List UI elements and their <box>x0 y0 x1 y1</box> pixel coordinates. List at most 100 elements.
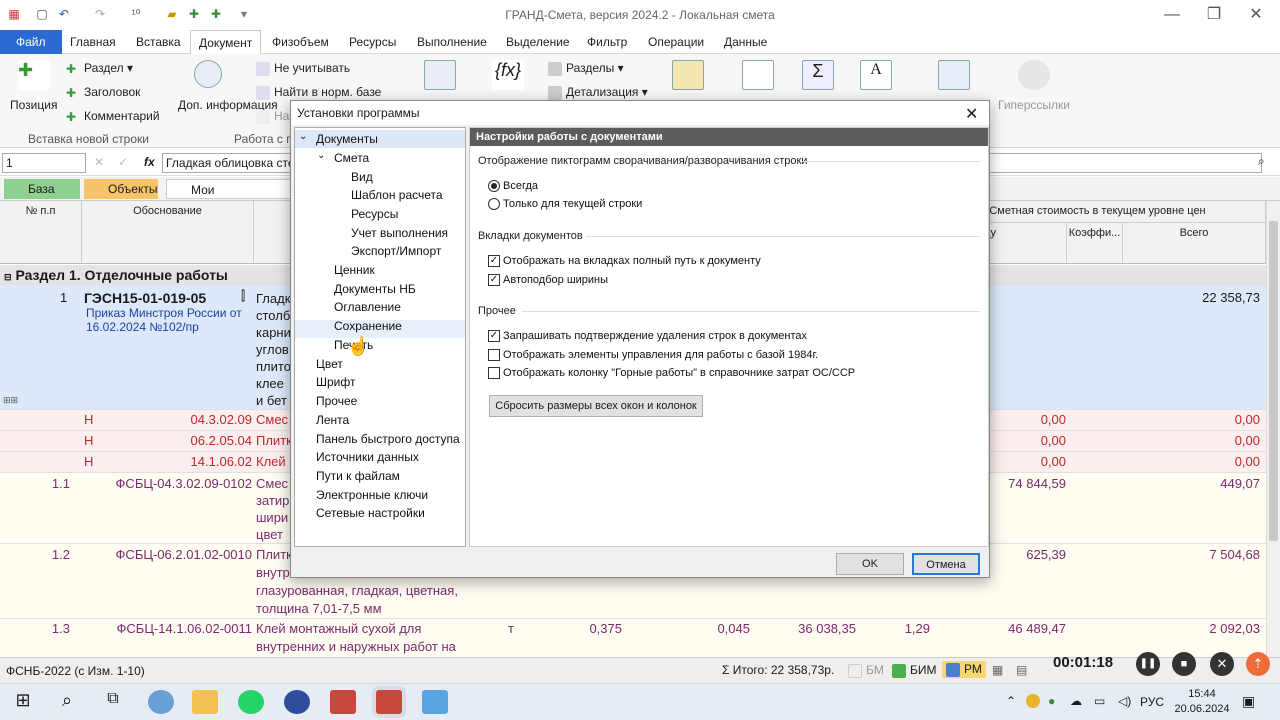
checkbox-1984[interactable]: Отображать элементы управления для работ… <box>488 349 818 362</box>
clock[interactable]: 15:44 20.06.2024 <box>1172 687 1232 717</box>
grand-smeta-active-icon[interactable] <box>376 690 402 714</box>
document-list-icon[interactable] <box>742 60 774 90</box>
attachment-icon[interactable]: ⫿ <box>241 288 245 304</box>
scrollbar-thumb[interactable] <box>1269 221 1278 541</box>
tray-chevron-icon[interactable]: ⌃ <box>1006 694 1016 708</box>
name-button[interactable]: Наз <box>256 109 295 124</box>
tree-item-view[interactable]: Вид <box>351 170 373 184</box>
tree-item-nb-docs[interactable]: Документы НБ <box>334 282 416 296</box>
checkbox-confirm-delete[interactable]: ✓ Запрашивать подтверждение удаления стро… <box>488 330 807 343</box>
paint-icon[interactable] <box>148 690 174 714</box>
tree-item-contents[interactable]: Оглавление <box>334 300 401 314</box>
desktop-app-icon[interactable] <box>422 690 448 714</box>
rm-indicator[interactable]: РМ <box>942 661 986 678</box>
radio-current-indicator[interactable] <box>488 198 500 211</box>
bim-indicator[interactable]: БИМ <box>892 663 937 678</box>
reset-sizes-button[interactable]: Сбросить размеры всех окон и колонок <box>489 395 703 417</box>
stop-icon[interactable]: ■ <box>1172 652 1196 676</box>
layout-icon[interactable]: ▤ <box>1016 663 1027 677</box>
col-header-coefficient[interactable]: Коэффи... <box>1067 223 1123 264</box>
tree-item-data-sources[interactable]: Источники данных <box>316 450 419 464</box>
cell-reference-field[interactable]: 1 <box>2 153 86 173</box>
tree-item-template[interactable]: Шаблон расчета <box>351 188 443 202</box>
close-icon[interactable]: ✕ <box>1244 4 1268 26</box>
hyperlinks-button[interactable]: Гиперссылки <box>998 98 1070 112</box>
vertical-scrollbar[interactable] <box>1266 201 1280 657</box>
row-order-link[interactable]: Приказ Минстроя России от 16.02.2024 №10… <box>86 306 246 334</box>
radio-always-indicator[interactable] <box>488 180 500 193</box>
checkbox-auto-width[interactable]: ✓ Автоподбор ширины <box>488 274 608 287</box>
tree-item-pricelist[interactable]: Ценник <box>334 263 375 277</box>
tree-item-color[interactable]: Цвет <box>316 357 343 371</box>
book-icon[interactable] <box>938 60 970 90</box>
tree-item-export[interactable]: Экспорт/Импорт <box>351 244 441 258</box>
tree-item-documents[interactable]: Документы <box>316 132 378 146</box>
checkbox-mining[interactable]: Отображать колонку "Горные работы" в спр… <box>488 367 855 380</box>
check-icon[interactable]: ✓ <box>488 255 500 268</box>
tree-item-network[interactable]: Сетевые настройки <box>316 506 425 520</box>
col-header-number[interactable]: № п.п <box>0 201 82 264</box>
pause-icon[interactable]: ❚❚ <box>1136 652 1160 676</box>
tree-item-smeta[interactable]: Смета <box>334 151 369 165</box>
explorer-icon[interactable] <box>192 690 218 714</box>
section-collapse-icon[interactable]: ⊟ <box>4 272 12 282</box>
tree-item-font[interactable]: Шрифт <box>316 375 355 389</box>
tab-base[interactable]: База <box>4 179 80 199</box>
tree-item-quick-access[interactable]: Панель быстрого доступа <box>316 432 460 446</box>
formula-icon[interactable]: {fx} <box>492 60 524 90</box>
tray-onedrive-icon[interactable]: ☁ <box>1070 694 1082 708</box>
fx-icon[interactable]: fx <box>144 155 155 169</box>
notifications-icon[interactable]: ▣ <box>1242 693 1255 710</box>
tray-security-icon[interactable]: ● <box>1048 694 1055 708</box>
text-icon[interactable]: A <box>860 60 892 90</box>
tab-objects[interactable]: Объекты <box>84 179 158 199</box>
tree-item-resources[interactable]: Ресурсы <box>351 207 398 221</box>
tree-item-saving[interactable]: Сохранение <box>334 319 402 333</box>
cancel-edit-icon[interactable]: ✕ <box>94 155 104 169</box>
search-taskbar-icon[interactable]: ⌕ <box>54 690 80 714</box>
menu-file[interactable]: Файл <box>0 30 62 54</box>
position-button[interactable]: Позиция <box>10 98 57 112</box>
search-icon[interactable]: ⌕ <box>1258 154 1265 169</box>
dialog-close-icon[interactable]: ✕ <box>965 104 978 124</box>
tab-current-document[interactable]: Мои сметы\КТ\Лока <box>166 179 292 217</box>
yandex-icon[interactable] <box>284 690 310 714</box>
check-icon[interactable]: ✓ <box>488 330 500 343</box>
radio-current-row[interactable]: Только для текущей строки <box>488 198 642 211</box>
comment-button[interactable]: ✚ Комментарий <box>66 109 160 124</box>
col-header-basis[interactable]: Обоснование <box>82 201 254 264</box>
calc-icon[interactable]: ▦ <box>992 663 1003 677</box>
chevron-down-icon[interactable]: ⌄ <box>317 150 325 161</box>
header-button[interactable]: ✚ Заголовок <box>66 85 140 100</box>
section-button[interactable]: ✚ Раздел ▾ <box>66 61 133 76</box>
minimize-icon[interactable]: — <box>1160 4 1184 26</box>
ignore-button[interactable]: Не учитывать <box>256 61 350 76</box>
tray-volume-icon[interactable]: ◁) <box>1118 694 1131 708</box>
check-icon[interactable]: ✓ <box>488 274 500 287</box>
tree-item-ribbon[interactable]: Лента <box>316 413 349 427</box>
col-header-total[interactable]: Всего <box>1123 223 1266 264</box>
menu-selection[interactable]: Выделение <box>498 30 578 54</box>
grand-smeta-icon[interactable] <box>330 690 356 714</box>
chevron-down-icon[interactable]: ⌄ <box>299 131 307 142</box>
sections-dropdown[interactable]: Разделы ▾ <box>548 61 624 76</box>
recorder-menu-icon[interactable]: ⇡ <box>1246 652 1270 676</box>
menu-resources[interactable]: Ресурсы <box>341 30 404 54</box>
windows-start-icon[interactable]: ⊞ <box>10 690 36 714</box>
tree-item-other[interactable]: Прочее <box>316 394 357 408</box>
cancel-button[interactable]: Отмена <box>912 553 980 575</box>
find-base-button[interactable]: Найти в норм. базе <box>256 85 381 100</box>
row-expand-icons[interactable]: ⊞⊞ <box>3 395 18 406</box>
tray-app-icon[interactable] <box>1026 694 1040 708</box>
cancel-recording-icon[interactable]: ✕ <box>1210 652 1234 676</box>
radio-always[interactable]: Всегда <box>488 180 538 193</box>
sum-icon[interactable]: Σ <box>802 60 834 90</box>
ok-button[interactable]: OK <box>836 553 904 575</box>
confirm-edit-icon[interactable]: ✓ <box>118 155 128 169</box>
task-view-icon[interactable]: ⧉ <box>100 690 126 714</box>
tray-network-icon[interactable]: ▭ <box>1094 694 1105 708</box>
menu-insert[interactable]: Вставка <box>128 30 189 54</box>
menu-operations[interactable]: Операции <box>640 30 712 54</box>
menu-execution[interactable]: Выполнение <box>409 30 495 54</box>
tree-item-file-paths[interactable]: Пути к файлам <box>316 469 400 483</box>
